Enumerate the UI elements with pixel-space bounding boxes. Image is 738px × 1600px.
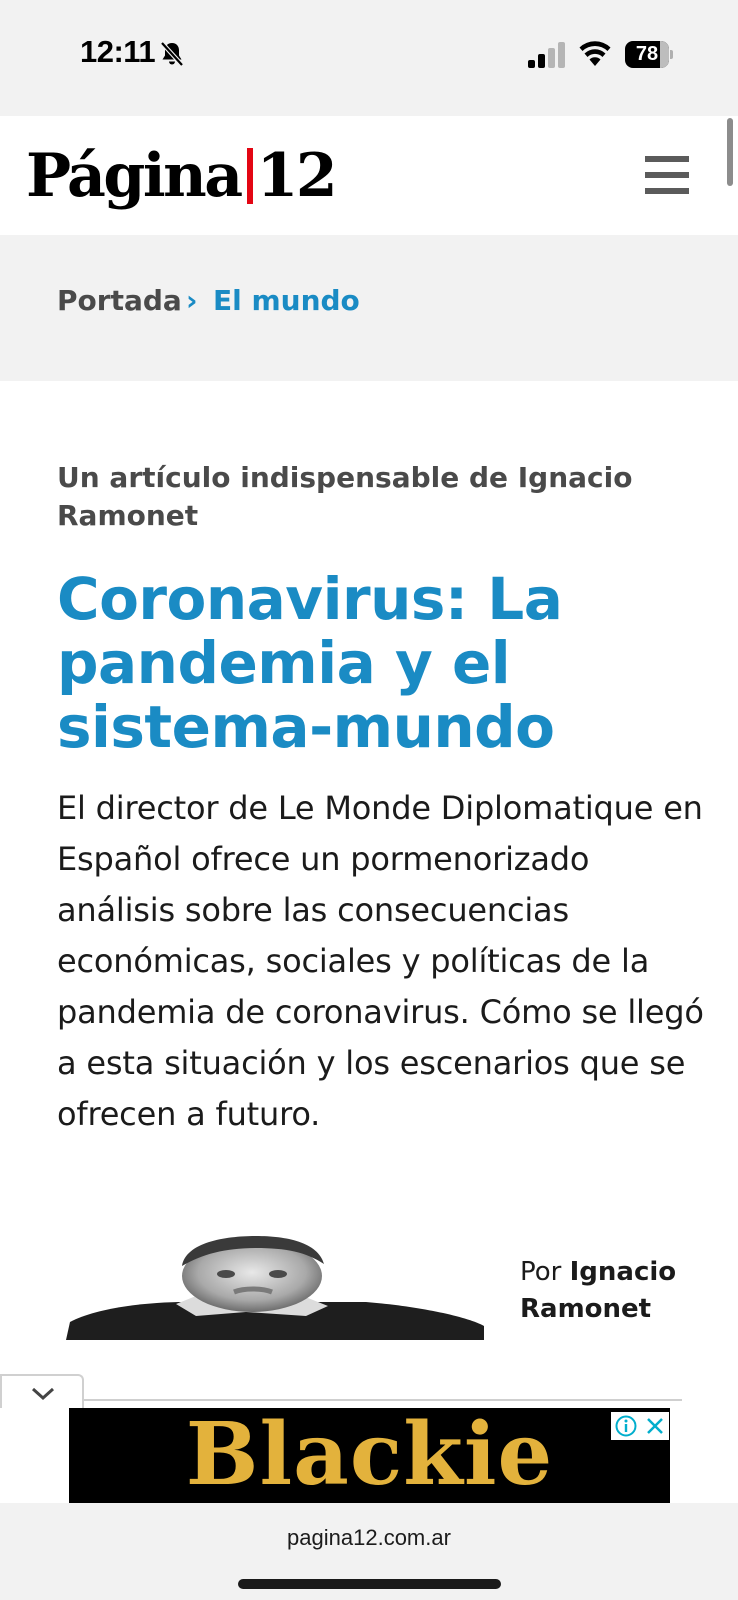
- close-icon[interactable]: [645, 1416, 665, 1436]
- url-text[interactable]: pagina12.com.ar: [0, 1525, 738, 1551]
- article-lede: El director de Le Monde Diplomatique en …: [57, 789, 704, 1133]
- scrollbar[interactable]: [727, 118, 733, 186]
- info-icon[interactable]: [615, 1415, 637, 1437]
- article-kicker: Un artículo indispensable de Ignacio Ram…: [57, 461, 633, 532]
- collapse-ad-button[interactable]: [0, 1374, 84, 1410]
- home-indicator[interactable]: [238, 1579, 501, 1589]
- logo-red-bar: [246, 148, 253, 204]
- battery-icon: 78: [625, 41, 673, 68]
- site-logo[interactable]: Página 12: [26, 136, 338, 216]
- byline: Por Ignacio Ramonet: [520, 1254, 720, 1328]
- menu-line: [645, 188, 689, 194]
- ad-area: Blackie: [0, 1408, 738, 1503]
- menu-line: [645, 156, 689, 162]
- ad-text: Blackie: [185, 1408, 554, 1503]
- status-bar: 12:11 78: [0, 0, 738, 116]
- divider: [84, 1399, 682, 1401]
- chevron-right-icon: ›: [186, 284, 198, 317]
- byline-prefix: Por: [520, 1257, 570, 1287]
- status-time: 12:11: [80, 34, 156, 69]
- cellular-signal-icon: [528, 42, 565, 68]
- article-headline: Coronavirus: La pandemia y el sistema-mu…: [57, 565, 563, 761]
- browser-url-bar[interactable]: pagina12.com.ar: [0, 1503, 738, 1600]
- bell-slash-icon: [160, 41, 184, 67]
- ad-controls: [611, 1412, 669, 1440]
- hamburger-menu-icon[interactable]: [645, 156, 689, 194]
- breadcrumb-home-link[interactable]: Portada: [57, 284, 182, 317]
- wifi-icon: [579, 41, 611, 66]
- chevron-down-icon: [31, 1387, 55, 1401]
- author-photo: [66, 1236, 494, 1340]
- breadcrumb-section-link[interactable]: El mundo: [213, 284, 360, 317]
- battery-level: 78: [635, 43, 659, 65]
- logo-text-left: Página: [26, 141, 243, 211]
- menu-line: [645, 172, 689, 178]
- ad-banner[interactable]: Blackie: [69, 1408, 670, 1503]
- breadcrumb: Portada › El mundo: [0, 235, 738, 381]
- article: Un artículo indispensable de Ignacio Ram…: [0, 381, 738, 1410]
- logo-text-right: 12: [256, 141, 338, 211]
- site-header: Página 12: [0, 116, 738, 235]
